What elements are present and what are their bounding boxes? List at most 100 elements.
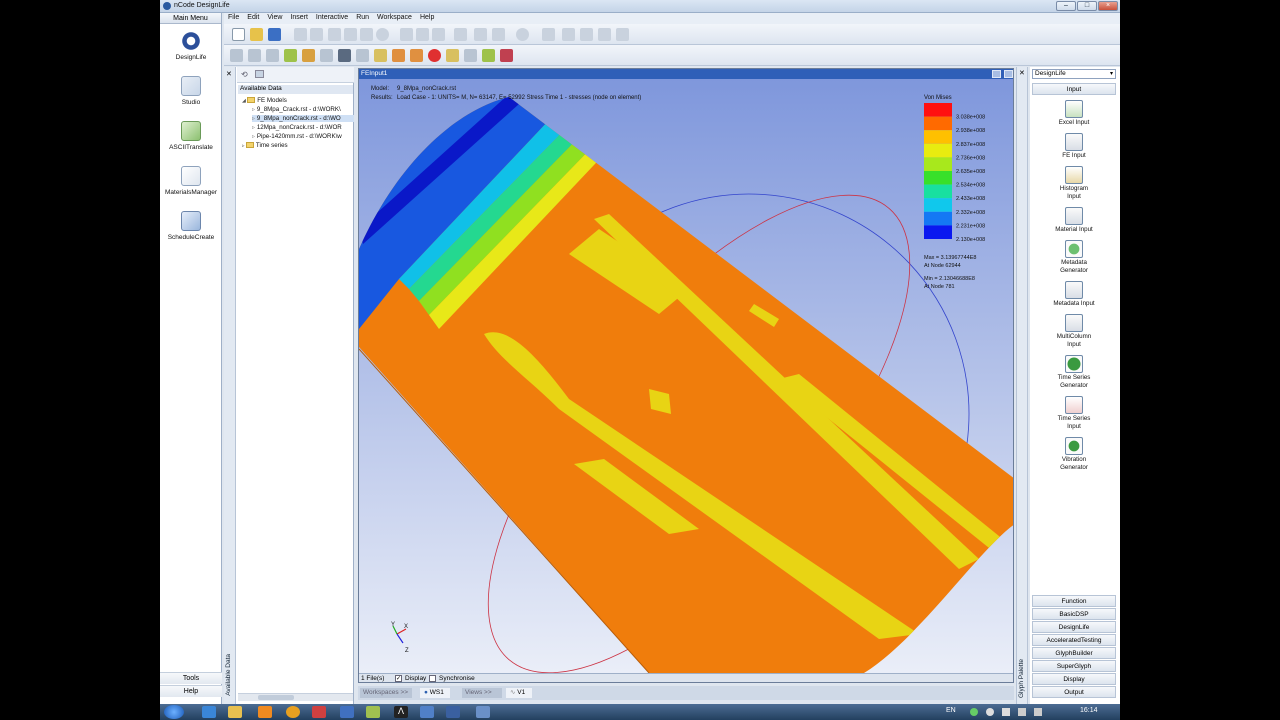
filter-icon[interactable]: [255, 70, 264, 78]
axis-view-2-icon[interactable]: [266, 49, 279, 62]
volume-icon[interactable]: [1034, 708, 1042, 716]
triad-icon[interactable]: [320, 49, 333, 62]
glyph-histogram-input[interactable]: Histogram Input: [1032, 166, 1116, 200]
scrollbar-thumb[interactable]: [258, 695, 294, 700]
glyph-fe-input[interactable]: FE Input: [1032, 133, 1116, 160]
pan-icon[interactable]: [356, 49, 369, 62]
tray-icon-2[interactable]: [986, 708, 994, 716]
menu-edit[interactable]: Edit: [247, 14, 259, 21]
right-arrow-icon[interactable]: [410, 49, 423, 62]
target-icon[interactable]: [428, 49, 441, 62]
minimize-button[interactable]: –: [1056, 1, 1076, 11]
app-green-icon[interactable]: [366, 706, 380, 718]
category-display[interactable]: Display: [1032, 673, 1116, 685]
start-button[interactable]: [164, 705, 184, 719]
app-light-icon[interactable]: [476, 706, 490, 718]
category-designlife[interactable]: DesignLife: [1032, 621, 1116, 633]
nav-ascii-translate[interactable]: ASCIITranslate: [160, 121, 222, 151]
glyph-vibration-generator[interactable]: Vibration Generator: [1032, 437, 1116, 471]
category-super-glyph[interactable]: SuperGlyph: [1032, 660, 1116, 672]
fit-icon[interactable]: [230, 49, 243, 62]
category-output[interactable]: Output: [1032, 686, 1116, 698]
plot-icon[interactable]: [482, 49, 495, 62]
menu-file[interactable]: File: [228, 14, 239, 21]
open-icon[interactable]: [250, 28, 263, 41]
glyph-metadata-input[interactable]: Metadata Input: [1032, 281, 1116, 308]
left-arrow-icon[interactable]: [392, 49, 405, 62]
ncode-taskbar-icon[interactable]: Λ: [394, 706, 408, 718]
undo-icon[interactable]: [294, 28, 307, 41]
cut-icon[interactable]: [328, 28, 341, 41]
save-icon[interactable]: [268, 28, 281, 41]
media-icon[interactable]: [258, 706, 272, 718]
close-palette-icon[interactable]: ✕: [1019, 69, 1025, 77]
viewer-tab[interactable]: FEInput1: [359, 69, 1013, 79]
menu-insert[interactable]: Insert: [290, 14, 308, 21]
nav-schedule-create[interactable]: ScheduleCreate: [160, 211, 222, 241]
node-icon[interactable]: [446, 49, 459, 62]
firefox-icon[interactable]: [286, 706, 300, 718]
close-viewer-icon[interactable]: [1004, 70, 1013, 78]
menu-workspace[interactable]: Workspace: [377, 14, 412, 21]
measure-icon[interactable]: [500, 49, 513, 62]
axis-view-4-icon[interactable]: [302, 49, 315, 62]
first-icon[interactable]: [542, 28, 555, 41]
play-icon[interactable]: [598, 28, 611, 41]
glyph-metadata-generator[interactable]: Metadata Generator: [1032, 240, 1116, 274]
tree-file-4[interactable]: ▹ Pipe-1420mm.rst - d:\WORK\w: [252, 133, 342, 140]
axis-view-3-icon[interactable]: [284, 49, 297, 62]
next-icon[interactable]: [580, 28, 593, 41]
tray-icon[interactable]: [970, 708, 978, 716]
new-icon[interactable]: [232, 28, 245, 41]
horizontal-scrollbar[interactable]: [238, 693, 353, 701]
network-icon[interactable]: [1002, 708, 1010, 716]
pointer-icon[interactable]: [464, 49, 477, 62]
grid-icon[interactable]: [400, 28, 413, 41]
refresh-icon[interactable]: ⟲: [241, 70, 248, 79]
workspaces-button[interactable]: Workspaces >>: [360, 688, 412, 698]
nav-studio[interactable]: Studio: [160, 76, 222, 106]
nav-designlife[interactable]: DesignLife: [160, 31, 222, 61]
stop-icon[interactable]: [616, 28, 629, 41]
previous-icon[interactable]: [562, 28, 575, 41]
nav-materials-manager[interactable]: MaterialsManager: [160, 166, 222, 196]
ie-icon[interactable]: [202, 706, 216, 718]
tree-file-2[interactable]: ▹ 9_8Mpa_nonCrack.rst - d:\WO: [252, 115, 354, 122]
gear-icon[interactable]: [416, 28, 429, 41]
tab-v1[interactable]: ∿ V1: [506, 688, 532, 698]
forward-icon[interactable]: [492, 28, 505, 41]
app-red-icon[interactable]: [312, 706, 326, 718]
paste-icon[interactable]: [360, 28, 373, 41]
menu-view[interactable]: View: [267, 14, 282, 21]
window-icon[interactable]: [420, 706, 434, 718]
explorer-icon[interactable]: [228, 706, 242, 718]
axis-view-icon[interactable]: [248, 49, 261, 62]
help-button[interactable]: Help: [160, 685, 222, 697]
app-blue-icon[interactable]: [340, 706, 354, 718]
step-down-icon[interactable]: [454, 28, 467, 41]
close-icon[interactable]: ✕: [226, 70, 232, 78]
tab-ws1[interactable]: ● WS1: [420, 688, 450, 698]
mesh-icon[interactable]: [338, 49, 351, 62]
glyph-multicolumn-input[interactable]: MultiColumn Input: [1032, 314, 1116, 348]
tree-fe-models[interactable]: ◢ FE Models: [242, 97, 287, 104]
glyph-time-series-generator[interactable]: Time Series Generator: [1032, 355, 1116, 389]
flag-icon[interactable]: [1018, 708, 1026, 716]
select-icon[interactable]: [374, 49, 387, 62]
tools-button[interactable]: Tools: [160, 672, 222, 684]
layout-icon[interactable]: [432, 28, 445, 41]
app-dark-icon[interactable]: [446, 706, 460, 718]
maximize-button[interactable]: □: [1077, 1, 1097, 11]
fast-forward-icon[interactable]: [474, 28, 487, 41]
copy-icon[interactable]: [344, 28, 357, 41]
tree-file-1[interactable]: ▹ 9_8Mpa_Crack.rst - d:\WORK\: [252, 106, 341, 113]
synchronise-checkbox[interactable]: [429, 675, 436, 682]
menu-help[interactable]: Help: [420, 14, 434, 21]
stress-contour-plot[interactable]: Model: 9_8Mpa_nonCrack.rst Results: Load…: [359, 79, 1014, 674]
category-glyph-builder[interactable]: GlyphBuilder: [1032, 647, 1116, 659]
available-data-strip[interactable]: ✕ Available Data: [224, 67, 236, 704]
palette-input-header[interactable]: Input: [1032, 83, 1116, 95]
close-button[interactable]: ×: [1098, 1, 1118, 11]
redo-icon[interactable]: [310, 28, 323, 41]
delete-icon[interactable]: [376, 28, 389, 41]
